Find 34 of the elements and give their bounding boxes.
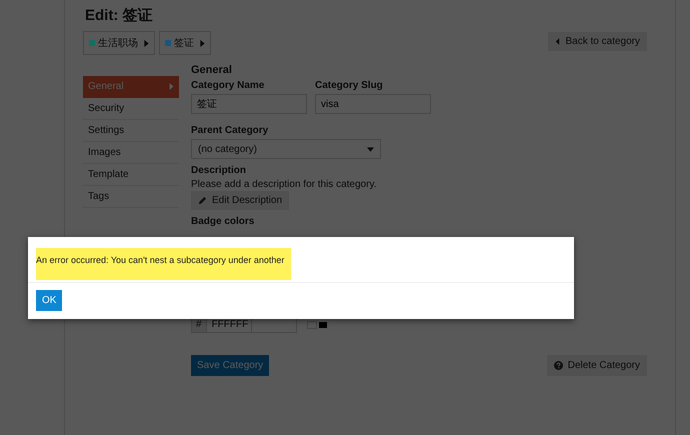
sidebar-item[interactable]: Template — [83, 164, 179, 186]
caret-icon — [554, 38, 560, 45]
pencil-icon — [198, 196, 207, 205]
caret-icon — [144, 40, 149, 46]
ok-button[interactable]: OK — [36, 290, 62, 311]
description-hint: Please add a description for this category. — [191, 179, 378, 190]
sidebar-item[interactable]: Settings — [83, 120, 179, 142]
question-icon — [554, 361, 563, 370]
field-label: Parent Category — [191, 125, 270, 136]
field-label: Category Name — [191, 80, 266, 91]
save-button[interactable]: Save Category — [191, 355, 270, 376]
error-message: An error occurred: You can't nest a subcategory under another — [36, 248, 291, 280]
field-label: Description — [191, 165, 248, 176]
caret-icon — [367, 146, 374, 152]
section-heading: General — [191, 64, 233, 76]
input-field[interactable]: 签证 — [191, 94, 307, 114]
delete-button[interactable]: Delete Category — [546, 355, 647, 376]
edit-description-button[interactable]: Edit Description — [191, 191, 290, 210]
input-field[interactable]: visa — [315, 94, 431, 114]
category-breadcrumb[interactable]: 签证 — [159, 31, 211, 55]
page-title: Edit: 签证 — [85, 6, 154, 25]
dropdown[interactable]: (no category) — [191, 139, 381, 159]
caret-icon — [169, 83, 174, 90]
sidebar-item[interactable]: General — [83, 76, 179, 98]
back-button[interactable]: Back to category — [548, 32, 647, 51]
field-label: Category Slug — [315, 80, 384, 91]
color-swatch[interactable] — [306, 321, 317, 329]
caret-icon — [200, 40, 205, 46]
sidebar-item[interactable]: Tags — [83, 186, 179, 208]
sidebar-item[interactable]: Images — [83, 142, 179, 164]
category-breadcrumb[interactable]: 生活职场 — [83, 31, 155, 55]
sidebar-item[interactable]: Security — [83, 98, 179, 120]
color-swatch[interactable] — [318, 322, 327, 328]
field-label: Badge colors — [191, 216, 256, 227]
